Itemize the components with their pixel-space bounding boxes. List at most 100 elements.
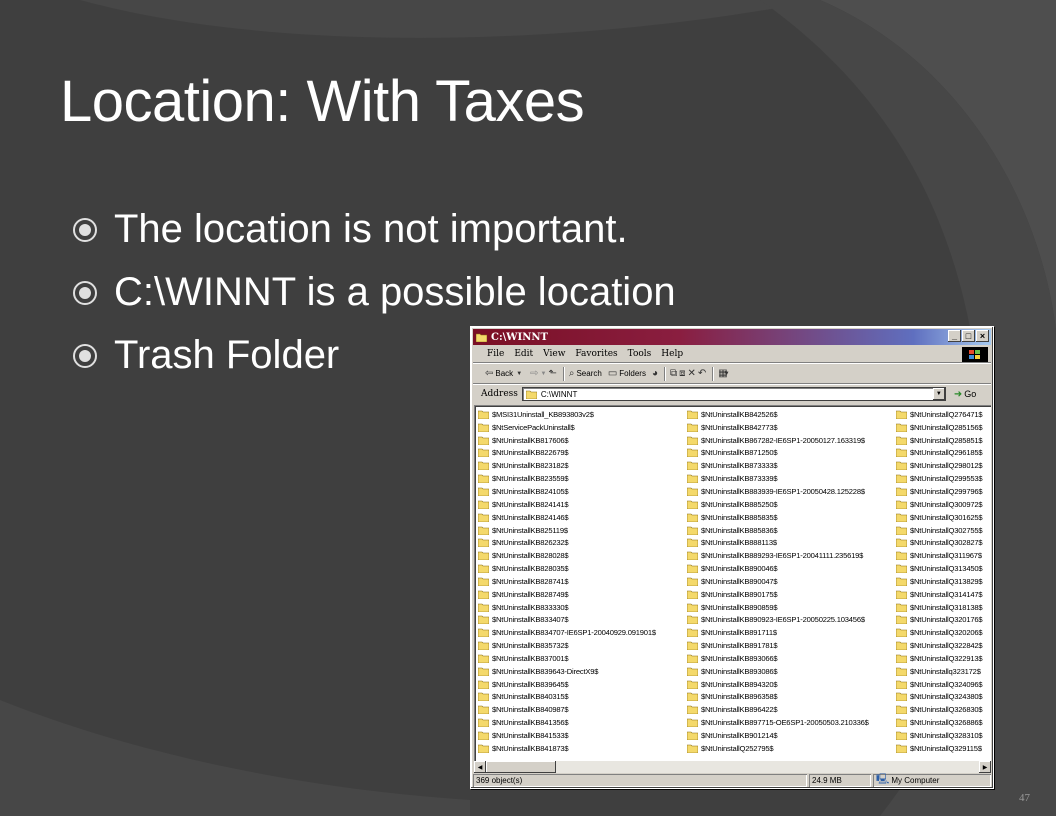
go-button[interactable]: ➜ Go xyxy=(954,389,976,400)
chevron-down-icon[interactable]: ▼ xyxy=(932,388,945,400)
scrollbar-track[interactable] xyxy=(556,761,979,773)
file-item[interactable]: $NtUninstallKB890047$ xyxy=(687,575,896,588)
file-item[interactable]: $NtUninstallKB817606$ xyxy=(478,434,687,447)
file-item[interactable]: $NtUninstallKB826232$ xyxy=(478,536,687,549)
file-item[interactable]: $NtUninstallKB897715-OE6SP1-20050503.210… xyxy=(687,716,896,729)
file-item[interactable]: $NtUninstallQ302827$ xyxy=(896,536,991,549)
file-item[interactable]: $NtUninstallQ299553$ xyxy=(896,472,991,485)
file-item[interactable]: $NtUninstallKB828741$ xyxy=(478,575,687,588)
file-item[interactable]: $NtServicePackUninstall$ xyxy=(478,421,687,434)
file-item[interactable]: $NtUninstallKB885250$ xyxy=(687,498,896,511)
file-list[interactable]: $MSI31Uninstall_KB893803v2$ $NtServicePac… xyxy=(474,405,991,763)
file-item[interactable]: $NtUninstallQ285851$ xyxy=(896,434,991,447)
file-item[interactable]: $NtUninstallKB841356$ xyxy=(478,716,687,729)
move-to-icon[interactable]: ⧉ xyxy=(670,368,677,379)
scroll-left-icon[interactable]: ◀ xyxy=(474,761,486,773)
file-item[interactable]: $NtUninstallKB883939-IE6SP1-20050428.125… xyxy=(687,485,896,498)
file-item[interactable]: $NtUninstallKB824105$ xyxy=(478,485,687,498)
file-item[interactable]: $NtUninstallKB841533$ xyxy=(478,729,687,742)
file-item[interactable]: $NtUninstallQ299796$ xyxy=(896,485,991,498)
file-item[interactable]: $NtUninstallQ285156$ xyxy=(896,421,991,434)
file-item[interactable]: $NtUninstallQ300972$ xyxy=(896,498,991,511)
file-item[interactable]: $NtUninstallKB825119$ xyxy=(478,524,687,537)
file-item[interactable]: $NtUninstallKB885835$ xyxy=(687,511,896,524)
file-item[interactable]: $NtUninstallKB837001$ xyxy=(478,652,687,665)
file-item[interactable]: $NtUninstallQ326830$ xyxy=(896,703,991,716)
file-item[interactable]: $NtUninstallKB840987$ xyxy=(478,703,687,716)
file-item[interactable]: $NtUninstallKB841873$ xyxy=(478,742,687,755)
window-titlebar[interactable]: C:\WINNT _ □ × xyxy=(473,329,991,345)
file-item[interactable]: $NtUninstallKB871250$ xyxy=(687,447,896,460)
file-item[interactable]: $NtUninstallq323172$ xyxy=(896,665,991,678)
address-input[interactable]: C:\WINNT ▼ xyxy=(521,387,946,401)
file-item[interactable]: $NtUninstallKB891781$ xyxy=(687,639,896,652)
file-item[interactable]: $NtUninstallKB842526$ xyxy=(687,408,896,421)
file-item[interactable]: $NtUninstallKB842773$ xyxy=(687,421,896,434)
file-item[interactable]: $NtUninstallKB873339$ xyxy=(687,472,896,485)
file-item[interactable]: $NtUninstallQ313829$ xyxy=(896,575,991,588)
file-item[interactable]: $NtUninstallKB890175$ xyxy=(687,588,896,601)
file-item[interactable]: $NtUninstallQ322842$ xyxy=(896,639,991,652)
search-button[interactable]: ⌕ Search xyxy=(569,368,602,379)
horizontal-scrollbar[interactable]: ◀ ▶ xyxy=(474,761,991,773)
minimize-button[interactable]: _ xyxy=(948,330,961,342)
scrollbar-thumb[interactable] xyxy=(486,761,556,773)
file-item[interactable]: $NtUninstallKB834707-IE6SP1-20040929.091… xyxy=(478,626,687,639)
back-button[interactable]: ⇦ Back ▼ xyxy=(485,368,524,379)
menu-help[interactable]: Help xyxy=(661,349,683,359)
file-item[interactable]: $NtUninstallKB867282-IE6SP1-20050127.163… xyxy=(687,434,896,447)
file-item[interactable]: $NtUninstallQ326886$ xyxy=(896,716,991,729)
file-item[interactable]: $NtUninstallKB894320$ xyxy=(687,678,896,691)
file-item[interactable]: $NtUninstallQ324380$ xyxy=(896,691,991,704)
file-item[interactable]: $NtUninstallQ298012$ xyxy=(896,459,991,472)
menu-edit[interactable]: Edit xyxy=(514,349,533,359)
file-item[interactable]: $NtUninstallKB833330$ xyxy=(478,601,687,614)
file-item[interactable]: $NtUninstallKB839643-DirectX9$ xyxy=(478,665,687,678)
menu-file[interactable]: File xyxy=(487,349,504,359)
file-item[interactable]: $NtUninstallKB823559$ xyxy=(478,472,687,485)
file-item[interactable]: $NtUninstallQ311967$ xyxy=(896,549,991,562)
file-item[interactable]: $NtUninstallKB901214$ xyxy=(687,729,896,742)
file-item[interactable]: $NtUninstallKB839645$ xyxy=(478,678,687,691)
file-item[interactable]: $NtUninstallQ252795$ xyxy=(687,742,896,755)
file-item[interactable]: $NtUninstallKB835732$ xyxy=(478,639,687,652)
file-item[interactable]: $NtUninstallKB896358$ xyxy=(687,691,896,704)
file-item[interactable]: $NtUninstallKB828035$ xyxy=(478,562,687,575)
folders-button[interactable]: ▭ Folders xyxy=(608,368,646,379)
file-item[interactable]: $NtUninstallKB890046$ xyxy=(687,562,896,575)
file-item[interactable]: $MSI31Uninstall_KB893803v2$ xyxy=(478,408,687,421)
menu-tools[interactable]: Tools xyxy=(628,349,652,359)
file-item[interactable]: $NtUninstallKB873333$ xyxy=(687,459,896,472)
file-item[interactable]: $NtUninstallKB890859$ xyxy=(687,601,896,614)
delete-icon[interactable]: ✕ xyxy=(688,368,696,379)
menu-favorites[interactable]: Favorites xyxy=(575,349,617,359)
file-item[interactable]: $NtUninstallQ302755$ xyxy=(896,524,991,537)
file-item[interactable]: $NtUninstallKB885836$ xyxy=(687,524,896,537)
file-item[interactable]: $NtUninstallKB891711$ xyxy=(687,626,896,639)
file-item[interactable]: $NtUninstallKB840315$ xyxy=(478,691,687,704)
file-item[interactable]: $NtUninstallKB824141$ xyxy=(478,498,687,511)
file-item[interactable]: $NtUninstallQ318138$ xyxy=(896,601,991,614)
file-item[interactable]: $NtUninstallQ322913$ xyxy=(896,652,991,665)
file-item[interactable]: $NtUninstallQ320206$ xyxy=(896,626,991,639)
file-item[interactable]: $NtUninstallKB893086$ xyxy=(687,665,896,678)
file-item[interactable]: $NtUninstallKB823182$ xyxy=(478,459,687,472)
file-item[interactable]: $NtUninstallQ276471$ xyxy=(896,408,991,421)
file-item[interactable]: $NtUninstallKB896422$ xyxy=(687,703,896,716)
file-item[interactable]: $NtUninstallQ329115$ xyxy=(896,742,991,755)
file-item[interactable]: $NtUninstallQ324096$ xyxy=(896,678,991,691)
file-item[interactable]: $NtUninstallKB890923-IE6SP1-20050225.103… xyxy=(687,614,896,627)
forward-arrow-icon[interactable]: ⇨ xyxy=(530,368,538,379)
scroll-right-icon[interactable]: ▶ xyxy=(979,761,991,773)
close-button[interactable]: × xyxy=(976,330,989,342)
file-item[interactable]: $NtUninstallKB824146$ xyxy=(478,511,687,524)
file-item[interactable]: $NtUninstallKB889293-IE6SP1-20041111.235… xyxy=(687,549,896,562)
file-item[interactable]: $NtUninstallKB828028$ xyxy=(478,549,687,562)
file-item[interactable]: $NtUninstallKB822679$ xyxy=(478,447,687,460)
copy-to-icon[interactable]: ⧈ xyxy=(679,368,685,379)
file-item[interactable]: $NtUninstallKB893066$ xyxy=(687,652,896,665)
file-item[interactable]: $NtUninstallKB888113$ xyxy=(687,536,896,549)
maximize-button[interactable]: □ xyxy=(962,330,975,342)
menu-view[interactable]: View xyxy=(543,349,565,359)
history-icon[interactable]: ◕ xyxy=(652,368,658,379)
